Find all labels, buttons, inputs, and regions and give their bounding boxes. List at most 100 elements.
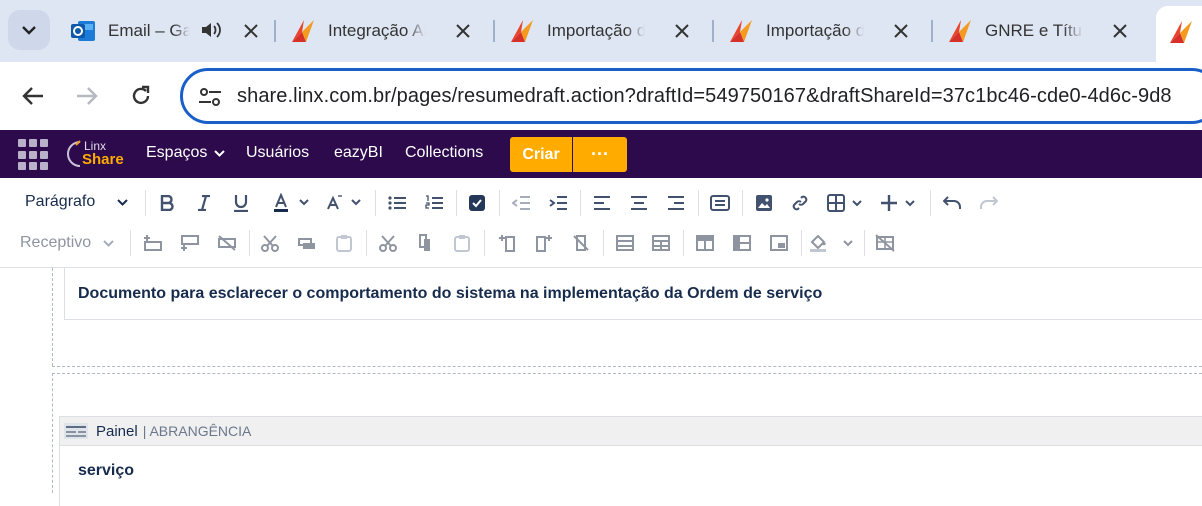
insert-more-button[interactable] (879, 189, 919, 217)
text-color-button[interactable] (270, 189, 314, 217)
merge-cells-button[interactable] (611, 229, 639, 257)
row-paste-button[interactable] (330, 229, 358, 257)
column-insert-left-icon (499, 235, 515, 252)
toolbar-divider (375, 190, 376, 216)
toolbar-divider (145, 190, 146, 216)
browser-tab-importacao-1[interactable]: Importação de (509, 12, 693, 50)
toolbar-divider (456, 190, 457, 216)
column-delete-button[interactable] (567, 229, 595, 257)
redo-button[interactable] (975, 189, 1003, 217)
address-bar-row: share.linx.com.br/pages/resumedraft.acti… (0, 62, 1202, 130)
close-tab-icon[interactable] (671, 20, 693, 42)
reload-button[interactable] (123, 78, 159, 114)
url-bar[interactable]: share.linx.com.br/pages/resumedraft.acti… (180, 68, 1202, 124)
align-left-button[interactable] (588, 189, 616, 217)
row-copy-icon (298, 238, 315, 249)
insert-table-button[interactable] (826, 189, 866, 217)
column-insert-after-button[interactable] (530, 229, 558, 257)
header-column-button[interactable] (728, 229, 756, 257)
tab-separator (712, 20, 714, 42)
paragraph-style-select[interactable]: Parágrafo (25, 193, 128, 211)
paragraph-style-label: Parágrafo (25, 193, 96, 210)
checkbox-icon (469, 195, 485, 211)
forward-button[interactable] (69, 78, 105, 114)
delete-table-button[interactable] (871, 229, 899, 257)
create-more-button[interactable]: ··· (573, 137, 627, 172)
site-settings-icon[interactable] (197, 84, 223, 110)
tab-search-dropdown[interactable] (8, 10, 50, 50)
insert-link-button[interactable] (786, 189, 814, 217)
row-insert-after-button[interactable] (176, 229, 204, 257)
text-format-more-button[interactable] (322, 189, 366, 217)
column-copy-button[interactable] (411, 229, 439, 257)
arrow-right-icon (77, 87, 98, 105)
header-row-button[interactable] (691, 229, 719, 257)
back-button[interactable] (15, 78, 51, 114)
row-copy-button[interactable] (293, 229, 321, 257)
browser-tab-integracao[interactable]: Integração AP (290, 12, 474, 50)
nav-usuarios[interactable]: Usuários (246, 144, 309, 162)
scissors-icon (379, 235, 397, 252)
numbered-column-icon (770, 235, 788, 251)
outlook-icon (70, 18, 96, 44)
nav-collections[interactable]: Collections (405, 144, 483, 162)
browser-tab-email[interactable]: Email – Ga (70, 12, 262, 50)
editor-content[interactable]: Documento para esclarecer o comportament… (0, 268, 1202, 506)
page-layout-button[interactable] (706, 189, 734, 217)
clear-format-icon (327, 195, 361, 210)
column-insert-before-button[interactable] (493, 229, 521, 257)
split-cell-button[interactable] (647, 229, 675, 257)
browser-tab-gnre[interactable]: GNRE e Títulos (947, 12, 1131, 50)
row-delete-icon (218, 235, 236, 251)
insert-image-button[interactable] (750, 189, 778, 217)
clipboard-icon (454, 235, 470, 252)
layout-icon (710, 195, 730, 211)
row-cut-button[interactable] (256, 229, 284, 257)
linx-share-logo[interactable]: Linx Share (66, 136, 126, 172)
tab-title: GNRE e Títulos (985, 21, 1083, 40)
column-paste-button[interactable] (448, 229, 476, 257)
chevron-down-icon (103, 239, 114, 247)
close-tab-icon[interactable] (1109, 20, 1131, 42)
scissors-icon (261, 235, 279, 252)
cell-background-button[interactable] (808, 229, 854, 257)
browser-tab-active[interactable] (1156, 6, 1202, 62)
align-center-button[interactable] (625, 189, 653, 217)
linx-icon (947, 18, 973, 44)
italic-button[interactable] (190, 189, 218, 217)
speaker-icon[interactable] (200, 20, 222, 45)
app-switcher-icon[interactable] (18, 139, 50, 171)
heading-block[interactable]: Documento para esclarecer o comportament… (64, 268, 1202, 320)
panel-macro-body[interactable]: serviço (59, 446, 1202, 506)
row-delete-button[interactable] (213, 229, 241, 257)
create-button[interactable]: Criar (510, 137, 572, 172)
bold-button[interactable] (153, 189, 181, 217)
close-tab-icon[interactable] (452, 20, 474, 42)
task-list-button[interactable] (463, 189, 491, 217)
panel-macro-header[interactable]: Painel | ABRANGÊNCIA (59, 416, 1202, 446)
browser-tab-importacao-2[interactable]: Importação de (728, 12, 912, 50)
align-right-button[interactable] (662, 189, 690, 217)
split-cell-icon (652, 235, 670, 251)
row-insert-before-button[interactable] (139, 229, 167, 257)
outdent-button[interactable] (507, 189, 535, 217)
heading-text: Documento para esclarecer o comportament… (78, 285, 823, 302)
column-cut-button[interactable] (374, 229, 402, 257)
indent-button[interactable] (544, 189, 572, 217)
close-tab-icon[interactable] (240, 20, 262, 42)
image-icon (756, 195, 772, 211)
underline-button[interactable] (227, 189, 255, 217)
underline-icon (234, 195, 248, 212)
nav-eazybi[interactable]: eazyBI (334, 144, 383, 162)
bullet-list-button[interactable] (383, 189, 411, 217)
table-responsive-select[interactable]: Receptivo (20, 234, 114, 252)
nav-espacos[interactable]: Espaços (146, 144, 226, 162)
align-right-icon (668, 196, 684, 210)
undo-button[interactable] (938, 189, 966, 217)
section-border (52, 268, 53, 366)
numbered-list-button[interactable] (420, 189, 448, 217)
close-tab-icon[interactable] (890, 20, 912, 42)
link-icon (792, 195, 808, 211)
tab-title: Integração AP (328, 21, 426, 40)
numbering-column-button[interactable] (765, 229, 793, 257)
